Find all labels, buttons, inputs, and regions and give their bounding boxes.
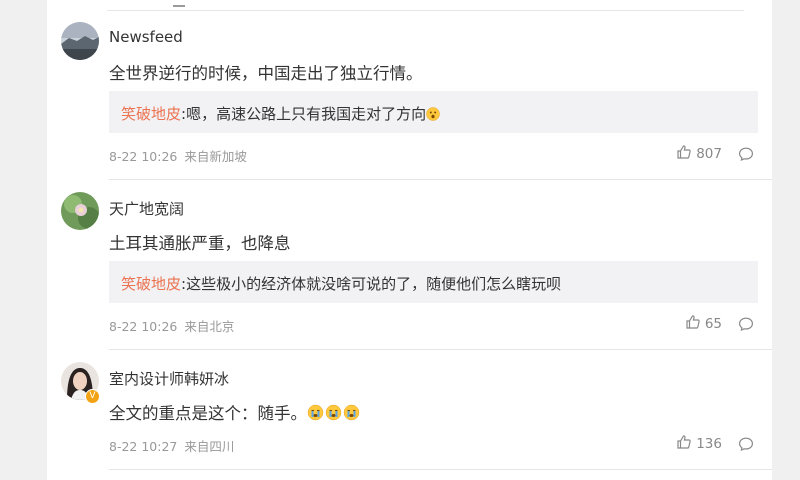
verified-badge-icon: V bbox=[85, 389, 100, 404]
top-tab-indicator bbox=[173, 0, 185, 7]
reply-username[interactable]: 笑破地皮 bbox=[121, 105, 181, 123]
like-button[interactable]: 807 bbox=[676, 144, 722, 164]
thumbs-up-icon bbox=[676, 144, 696, 164]
comment-actions: 65 bbox=[685, 314, 754, 334]
comment-username[interactable]: Newsfeed bbox=[109, 28, 183, 46]
comment-username[interactable]: 天广地宽阔 bbox=[109, 198, 184, 219]
crying-emoji-icon bbox=[307, 404, 361, 425]
comment-divider bbox=[109, 179, 772, 180]
comment-meta: 8-22 10:26 来自新加坡 bbox=[109, 146, 247, 165]
comment-location: 来自四川 bbox=[184, 439, 235, 454]
comment-meta: 8-22 10:27 来自四川 bbox=[109, 436, 234, 455]
avatar[interactable] bbox=[61, 22, 99, 60]
comment-actions: 136 bbox=[676, 434, 754, 454]
comment-bubble-icon[interactable] bbox=[738, 436, 754, 452]
comment-time: 8-22 10:26 bbox=[109, 149, 178, 164]
comment-text: 全文的重点是这个：随手。 bbox=[109, 400, 361, 425]
like-button[interactable]: 136 bbox=[676, 434, 722, 454]
reply-box: 笑破地皮:这些极小的经济体就没啥可说的了，随便他们怎么瞎玩呗 bbox=[109, 261, 758, 303]
comment-location: 来自新加坡 bbox=[184, 149, 247, 164]
comment-text-content: 全文的重点是这个：随手。 bbox=[109, 404, 307, 423]
comment-meta: 8-22 10:26 来自北京 bbox=[109, 316, 234, 335]
thumbs-up-icon bbox=[685, 314, 705, 334]
comment-text: 全世界逆行的时候，中国走出了独立行情。 bbox=[109, 64, 423, 83]
comment-divider bbox=[109, 469, 772, 470]
comment-username[interactable]: 室内设计师韩妍冰 bbox=[109, 368, 229, 389]
comment-divider bbox=[109, 349, 772, 350]
reply-text: :这些极小的经济体就没啥可说的了，随便他们怎么瞎玩呗 bbox=[181, 275, 562, 293]
like-count: 807 bbox=[696, 146, 722, 162]
like-count: 65 bbox=[704, 316, 722, 332]
like-button[interactable]: 65 bbox=[685, 314, 722, 334]
comment-location: 来自北京 bbox=[184, 319, 235, 334]
reply-username[interactable]: 笑破地皮 bbox=[121, 275, 181, 293]
avatar[interactable] bbox=[61, 192, 99, 230]
comment-actions: 807 bbox=[676, 144, 754, 164]
surprised-emoji-icon bbox=[426, 107, 440, 125]
like-count: 136 bbox=[696, 436, 722, 452]
comment-bubble-icon[interactable] bbox=[738, 146, 754, 162]
comment-time: 8-22 10:27 bbox=[109, 439, 178, 454]
thumbs-up-icon bbox=[676, 434, 696, 454]
reply-text: :嗯，高速公路上只有我国走对了方向 bbox=[181, 105, 427, 123]
comments-panel: Newsfeed 全世界逆行的时候，中国走出了独立行情。 笑破地皮:嗯，高速公路… bbox=[47, 0, 772, 480]
comment-text: 土耳其通胀严重，也降息 bbox=[109, 234, 291, 253]
comment-time: 8-22 10:26 bbox=[109, 319, 178, 334]
reply-box: 笑破地皮:嗯，高速公路上只有我国走对了方向 bbox=[109, 91, 758, 133]
top-divider bbox=[107, 10, 744, 11]
comment-bubble-icon[interactable] bbox=[738, 316, 754, 332]
